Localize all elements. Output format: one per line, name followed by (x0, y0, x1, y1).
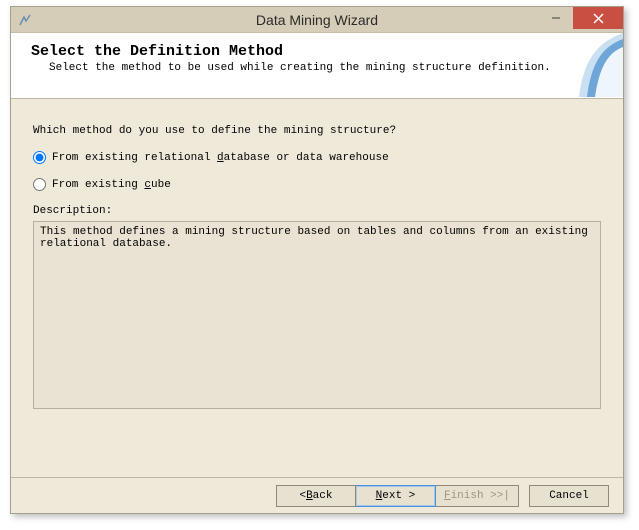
header-graphic (565, 33, 623, 97)
nav-button-group: < Back Next > Finish >>| (276, 485, 519, 507)
wizard-body: Which method do you use to define the mi… (11, 99, 623, 477)
wizard-header: Select the Definition Method Select the … (11, 33, 623, 99)
window-title: Data Mining Wizard (11, 12, 623, 28)
page-title: Select the Definition Method (31, 43, 609, 60)
back-button[interactable]: < Back (276, 485, 356, 507)
minimize-button[interactable] (539, 7, 573, 29)
window-buttons (539, 7, 623, 29)
option-relational-label: From existing relational database or dat… (52, 152, 389, 164)
close-button[interactable] (573, 7, 623, 29)
app-icon (17, 12, 33, 28)
wizard-footer: < Back Next > Finish >>| Cancel (11, 477, 623, 513)
option-cube-radio[interactable] (33, 178, 46, 191)
page-subtitle: Select the method to be used while creat… (49, 62, 609, 74)
option-cube-label: From existing cube (52, 179, 171, 191)
cancel-button[interactable]: Cancel (529, 485, 609, 507)
prompt-text: Which method do you use to define the mi… (33, 125, 601, 137)
wizard-window: Data Mining Wizard Select the Definition… (10, 6, 624, 514)
next-button[interactable]: Next > (356, 485, 436, 507)
option-existing-cube[interactable]: From existing cube (33, 178, 601, 191)
description-box[interactable] (33, 221, 601, 409)
description-label: Description: (33, 205, 601, 217)
option-relational-database[interactable]: From existing relational database or dat… (33, 151, 601, 164)
finish-button: Finish >>| (436, 485, 519, 507)
titlebar: Data Mining Wizard (11, 7, 623, 33)
option-relational-radio[interactable] (33, 151, 46, 164)
